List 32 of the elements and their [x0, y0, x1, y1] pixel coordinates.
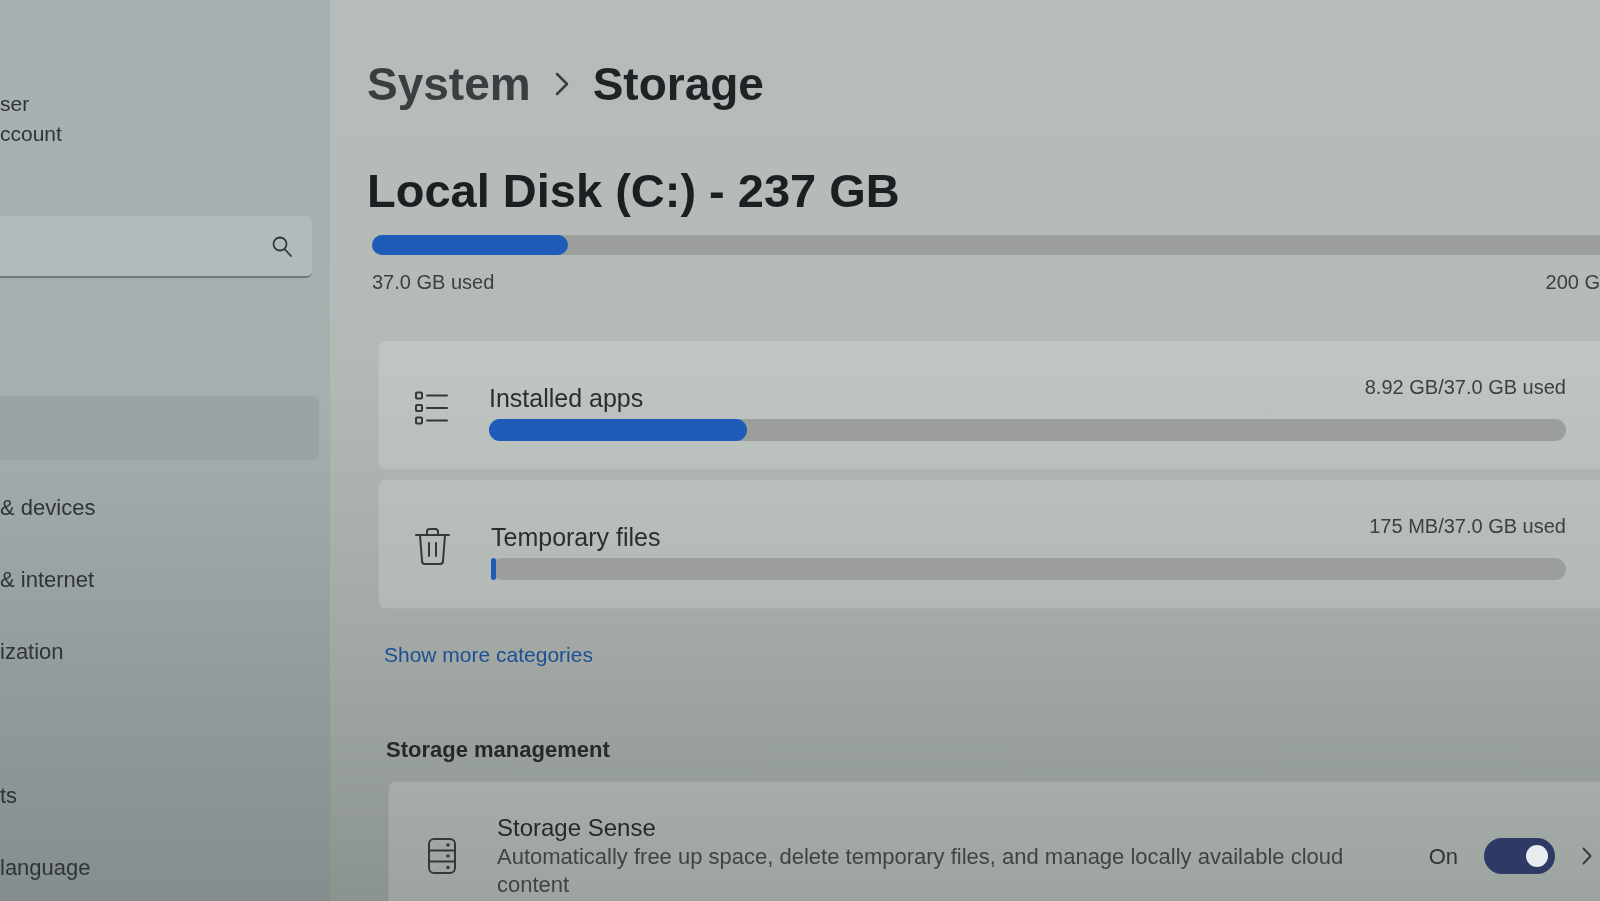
- account-name: ser: [0, 91, 31, 117]
- nav-item[interactable]: language: [0, 850, 91, 884]
- account-label: ccount: [0, 121, 63, 147]
- nav-item[interactable]: ization: [0, 634, 64, 668]
- category-card[interactable]: Temporary files 175 MB/37.0 GB used: [378, 479, 1600, 609]
- setting-title: Storage Sense: [497, 813, 657, 843]
- page-title: Storage: [592, 57, 764, 112]
- toggle-state-label: On: [1428, 842, 1458, 871]
- list-icon: [415, 390, 448, 425]
- trash-icon: [415, 528, 450, 565]
- search-icon: [272, 235, 292, 257]
- disk-title: Local Disk (C:) - 237 GB: [367, 163, 901, 219]
- chevron-icon: [554, 72, 569, 96]
- toggle-switch[interactable]: [1484, 838, 1555, 874]
- category-name: Installed apps: [489, 383, 644, 413]
- nav-item[interactable]: & internet: [0, 562, 95, 596]
- category-usage: 8.92 GB/37.0 GB used: [1364, 375, 1566, 400]
- breadcrumb-link[interactable]: System: [367, 54, 531, 114]
- setting-card[interactable]: Storage Sense Automatically free up space, delete temporary files, and manage locally available cloud content On: [388, 781, 1600, 901]
- category-card[interactable]: Installed apps 8.92 GB/37.0 GB used: [378, 340, 1600, 470]
- search-field[interactable]: [0, 216, 312, 278]
- chevron-icon: [1582, 847, 1592, 865]
- used-label: 37.0 GB used: [372, 270, 495, 295]
- setting-description: Automatically free up space, delete temporary files, and manage locally available cloud content: [497, 843, 1345, 899]
- nav-item[interactable]: ts: [0, 778, 18, 812]
- category-name: Temporary files: [491, 522, 661, 552]
- drive-icon: [428, 838, 456, 874]
- category-usage: 175 MB/37.0 GB used: [1369, 514, 1566, 539]
- show-more-link[interactable]: Show more categories: [384, 641, 593, 669]
- nav-item[interactable]: & devices: [0, 490, 96, 524]
- section-heading: Storage management: [386, 736, 610, 764]
- capacity-label: 200 G: [1545, 270, 1600, 295]
